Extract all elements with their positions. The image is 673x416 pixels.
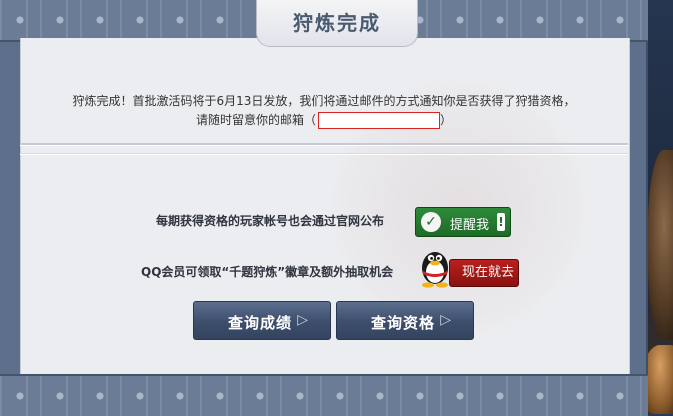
notice-line-2-prefix: 请随时留意你的邮箱（ (195, 113, 316, 127)
email-field (318, 112, 440, 129)
query-score-button[interactable]: 查询成绩 ▷ (193, 301, 331, 340)
announce-text: 每期获得资格的玩家帐号也会通过官网公布 (156, 214, 385, 228)
query-score-label: 查询成绩 (228, 314, 293, 332)
go-now-label: 现在就去 (461, 265, 514, 280)
query-eligibility-button[interactable]: 查询资格 ▷ (336, 301, 474, 340)
qq-penguin-icon (422, 252, 448, 288)
notice-line-2-suffix: ） (440, 113, 453, 127)
decorative-band-bottom (0, 374, 648, 416)
go-now-button[interactable]: 现在就去 (449, 259, 519, 287)
page-title: 狩炼完成 (293, 11, 381, 35)
arrow-right-icon: ▷ (440, 312, 451, 328)
exclamation-icon: ! (497, 213, 505, 231)
query-eligibility-label: 查询资格 (371, 314, 436, 332)
divider (20, 143, 628, 146)
notice-line-2: 请随时留意你的邮箱（ ） (20, 111, 628, 129)
remind-me-button[interactable]: ✓ 提醒我 ! (415, 207, 511, 237)
check-icon: ✓ (421, 212, 441, 232)
result-panel: 狩炼完成 狩炼完成！首批激活码将于6月13日发放，我们将通过邮件的方式通知你是否… (0, 0, 648, 416)
arrow-right-icon: ▷ (297, 312, 308, 328)
title-tab: 狩炼完成 (256, 0, 418, 47)
qq-member-text: QQ会员可领取“千题狩炼”徽章及额外抽取机会 (141, 265, 394, 279)
divider-light (20, 153, 628, 155)
notice-line-1: 狩炼完成！首批激活码将于6月13日发放，我们将通过邮件的方式通知你是否获得了狩猎… (72, 94, 576, 108)
creature-art (648, 150, 673, 340)
remind-me-label: 提醒我 (450, 218, 490, 233)
